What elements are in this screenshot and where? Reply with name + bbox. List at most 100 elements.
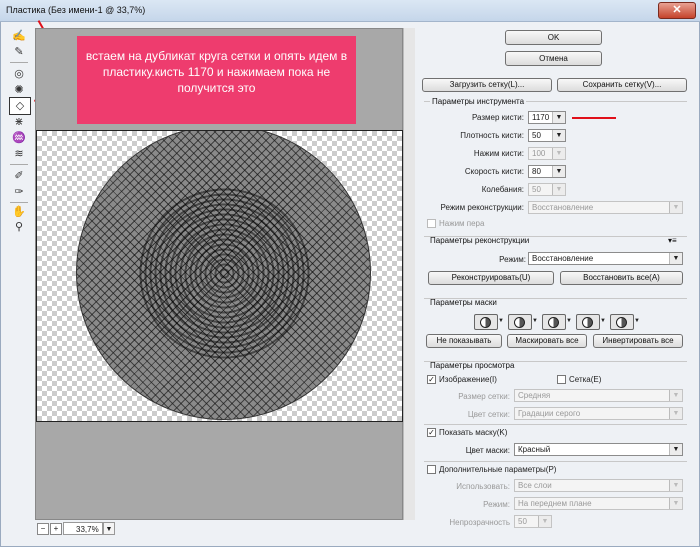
zoom-bar: − + 33,7% ▼ bbox=[35, 520, 415, 540]
zoom-level-field[interactable]: 33,7% bbox=[63, 522, 103, 535]
preview-image[interactable] bbox=[36, 130, 403, 422]
save-mesh-button[interactable]: Сохранить сетку(V)... bbox=[557, 78, 687, 92]
push-left-tool-icon[interactable]: ⋇ bbox=[9, 114, 29, 130]
vertical-scrollbar[interactable] bbox=[403, 28, 415, 520]
close-button[interactable]: ✕ bbox=[658, 2, 696, 19]
hand-tool-icon[interactable]: ✋ bbox=[9, 204, 29, 220]
twirl-tool-icon[interactable]: ◎ bbox=[9, 66, 29, 82]
chevron-down-icon: ▼ bbox=[538, 516, 551, 527]
jitter-field: 50 ▼ bbox=[528, 183, 566, 196]
pucker-tool-icon[interactable]: ✺ bbox=[9, 82, 29, 98]
brush-rate-field[interactable]: 80 ▼ bbox=[528, 165, 566, 178]
mask-none-button[interactable]: Не показывать bbox=[426, 334, 502, 348]
reconstruct-mode2-label: Режим: bbox=[499, 255, 526, 264]
chevron-down-icon[interactable]: ▼ bbox=[532, 318, 538, 324]
reconstruct-options-title: Параметры реконструкции bbox=[430, 236, 530, 245]
brush-rate-label: Скорость кисти: bbox=[464, 167, 524, 176]
brush-density-label: Плотность кисти: bbox=[460, 131, 524, 140]
window-title: Пластика (Без имени-1 @ 33,7%) bbox=[6, 5, 146, 15]
mesh-color-select: Градации серого ▼ bbox=[514, 407, 683, 420]
chevron-down-icon: ▼ bbox=[669, 498, 682, 509]
chevron-down-icon: ▼ bbox=[669, 408, 682, 419]
jitter-label: Колебания: bbox=[481, 185, 524, 194]
mask-invert-icon[interactable] bbox=[610, 314, 634, 330]
cancel-button[interactable]: Отмена bbox=[505, 51, 602, 66]
liquify-toolbar: ✍ ✎ ◎ ✺ ◇ ⋇ ♒ ≋ ✐ ✑ ✋ ⚲ bbox=[8, 24, 32, 234]
mask-view-divider bbox=[424, 424, 687, 425]
mask-all-button[interactable]: Маскировать все bbox=[507, 334, 587, 348]
chevron-down-icon[interactable]: ▼ bbox=[552, 166, 565, 177]
brush-size-field[interactable]: 1170 ▼ bbox=[528, 111, 566, 124]
brush-density-field[interactable]: 50 ▼ bbox=[528, 129, 566, 142]
mask-subtract-icon[interactable] bbox=[542, 314, 566, 330]
reconstruct-menu-icon[interactable]: ▾≡ bbox=[668, 236, 677, 245]
thaw-mask-tool-icon[interactable]: ✑ bbox=[9, 184, 29, 200]
mask-replace-icon[interactable] bbox=[474, 314, 498, 330]
backdrop-divider bbox=[424, 461, 687, 462]
chevron-down-icon: ▼ bbox=[669, 202, 682, 213]
chevron-down-icon[interactable]: ▼ bbox=[552, 130, 565, 141]
chevron-down-icon[interactable]: ▼ bbox=[669, 253, 682, 264]
zoom-out-button[interactable]: − bbox=[37, 523, 49, 535]
load-mesh-button[interactable]: Загрузить сетку(L)... bbox=[422, 78, 552, 92]
mesh-center-pattern bbox=[137, 186, 312, 361]
annotation-arrow-brush bbox=[572, 117, 616, 119]
bloat-tool-icon[interactable]: ◇ bbox=[9, 97, 31, 115]
backdrop-mode-select: На переднем плане ▼ bbox=[514, 497, 683, 510]
mask-add-icon[interactable] bbox=[508, 314, 532, 330]
show-mask-checkbox[interactable]: ✓ bbox=[427, 428, 436, 437]
reconstruct-mode2-select[interactable]: Восстановление ▼ bbox=[528, 252, 683, 265]
mesh-size-select: Средняя ▼ bbox=[514, 389, 683, 402]
forward-warp-tool-icon[interactable]: ✍ bbox=[9, 28, 29, 44]
mask-color-label: Цвет маски: bbox=[465, 446, 510, 455]
chevron-down-icon[interactable]: ▼ bbox=[498, 318, 504, 324]
stylus-pressure-checkbox bbox=[427, 219, 436, 228]
use-label: Использовать: bbox=[456, 482, 510, 491]
use-select: Все слои ▼ bbox=[514, 479, 683, 492]
warped-mesh-circle bbox=[76, 131, 371, 420]
zoom-in-button[interactable]: + bbox=[50, 523, 62, 535]
reconstruct-tool-icon[interactable]: ✎ bbox=[9, 44, 29, 60]
chevron-down-icon[interactable]: ▼ bbox=[669, 444, 682, 455]
mask-intersect-icon[interactable] bbox=[576, 314, 600, 330]
mirror-tool-icon[interactable]: ♒ bbox=[9, 130, 29, 146]
opacity-label: Непрозрачность bbox=[449, 518, 510, 527]
ok-button[interactable]: OK bbox=[505, 30, 602, 45]
chevron-down-icon[interactable]: ▼ bbox=[600, 318, 606, 324]
mesh-color-label: Цвет сетки: bbox=[467, 410, 510, 419]
chevron-down-icon: ▼ bbox=[669, 480, 682, 491]
reconstruct-button[interactable]: Реконструировать(U) bbox=[428, 271, 554, 285]
view-options-title: Параметры просмотра bbox=[430, 361, 515, 370]
chevron-down-icon: ▼ bbox=[552, 184, 565, 195]
brush-pressure-field: 100 ▼ bbox=[528, 147, 566, 160]
turbulence-tool-icon[interactable]: ≋ bbox=[9, 146, 29, 162]
brush-pressure-label: Нажим кисти: bbox=[473, 149, 524, 158]
restore-all-button[interactable]: Восстановить все(A) bbox=[560, 271, 683, 285]
show-backdrop-label: Дополнительные параметры(P) bbox=[439, 465, 557, 474]
zoom-tool-icon[interactable]: ⚲ bbox=[9, 219, 29, 235]
show-image-checkbox[interactable]: ✓ bbox=[427, 375, 436, 384]
reconstruct-mode-label: Режим реконструкции: bbox=[440, 203, 524, 212]
chevron-down-icon: ▼ bbox=[552, 148, 565, 159]
stylus-pressure-label: Нажим пера bbox=[439, 219, 485, 228]
mask-color-select[interactable]: Красный ▼ bbox=[514, 443, 683, 456]
zoom-dropdown-icon[interactable]: ▼ bbox=[103, 522, 115, 535]
mesh-size-label: Размер сетки: bbox=[458, 392, 510, 401]
tool-options-title: Параметры инструмента bbox=[430, 97, 527, 106]
show-mask-label: Показать маску(K) bbox=[439, 428, 508, 437]
invert-all-button[interactable]: Инвертировать все bbox=[593, 334, 683, 348]
chevron-down-icon[interactable]: ▼ bbox=[552, 112, 565, 123]
freeze-mask-tool-icon[interactable]: ✐ bbox=[9, 168, 29, 184]
chevron-down-icon[interactable]: ▼ bbox=[566, 318, 572, 324]
chevron-down-icon[interactable]: ▼ bbox=[634, 318, 640, 324]
backdrop-mode-label: Режим: bbox=[483, 500, 510, 509]
show-mesh-label: Сетка(E) bbox=[569, 375, 602, 384]
show-mesh-checkbox[interactable] bbox=[557, 375, 566, 384]
annotation-note: встаем на дубликат круга сетки и опять и… bbox=[77, 36, 356, 124]
brush-size-label: Размер кисти: bbox=[471, 113, 524, 122]
show-image-label: Изображение(I) bbox=[439, 375, 497, 384]
reconstruct-mode-select: Восстановление ▼ bbox=[528, 201, 683, 214]
mask-options-title: Параметры маски bbox=[430, 298, 497, 307]
show-backdrop-checkbox[interactable] bbox=[427, 465, 436, 474]
chevron-down-icon: ▼ bbox=[669, 390, 682, 401]
